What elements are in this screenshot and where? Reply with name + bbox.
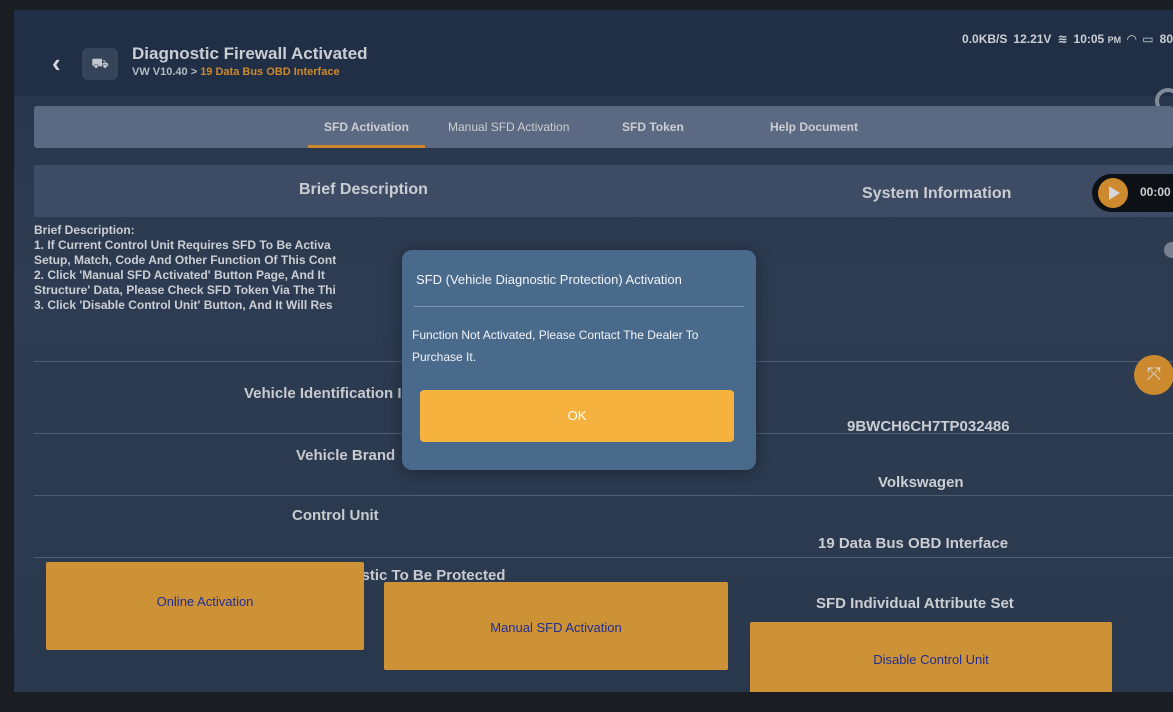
dialog-divider — [414, 306, 744, 307]
sfd-activation-dialog: SFD (Vehicle Diagnostic Protection) Acti… — [402, 250, 756, 470]
app-screen: ‹ ⛟ Diagnostic Firewall Activated VW V10… — [14, 10, 1173, 692]
ok-button[interactable]: OK — [420, 390, 734, 442]
dialog-message: Function Not Activated, Please Contact T… — [412, 328, 699, 364]
dialog-title: SFD (Vehicle Diagnostic Protection) Acti… — [416, 272, 682, 287]
